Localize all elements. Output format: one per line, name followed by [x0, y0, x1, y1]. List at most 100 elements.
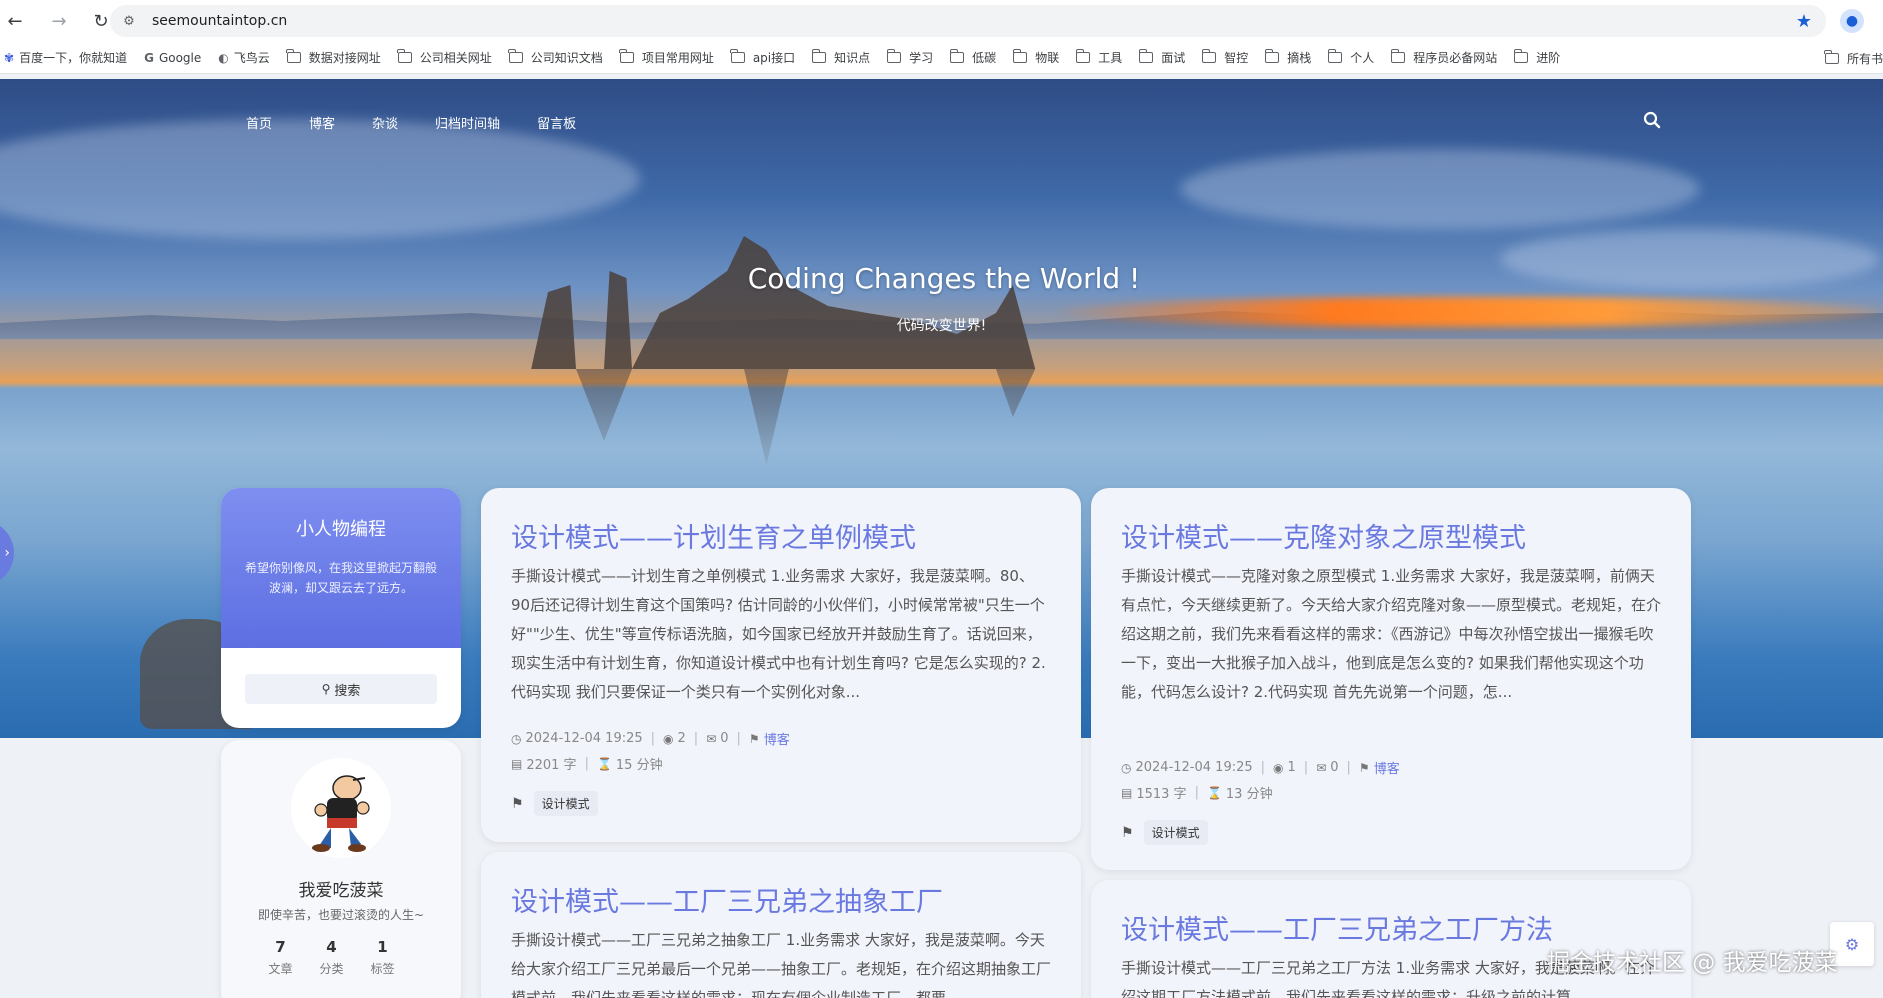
bookmark-label: 个人 [1350, 51, 1375, 65]
nav-archive[interactable]: 归档时间轴 [435, 113, 500, 132]
post-tags: ⚑ 设计模式 [511, 791, 598, 816]
bookmark-folder[interactable]: 项目常用网址 [619, 49, 714, 66]
bookmark-baidu[interactable]: ✾ 百度一下，你就知道 [4, 49, 127, 66]
comment-icon: ✉ [706, 731, 717, 746]
bookmark-label: 摘栈 [1287, 51, 1312, 65]
tag-chip[interactable]: 设计模式 [533, 791, 598, 816]
bookmark-folder[interactable]: 物联 [1012, 49, 1060, 66]
post-views: 1 [1287, 760, 1296, 775]
bookmark-label: 智控 [1224, 51, 1249, 65]
post-title[interactable]: 设计模式——工厂三兄弟之工厂方法 [1121, 908, 1553, 947]
browser-toolbar: ← → ↻ ⚙ seemountaintop.cn ★ ● [0, 0, 1883, 42]
baidu-icon: ✾ [4, 50, 15, 65]
bookmark-folder[interactable]: 学习 [886, 49, 933, 66]
hero-subtitle: 代码改变世界! [896, 318, 987, 334]
document-icon: ▤ [1121, 785, 1133, 800]
post-meta: ◷ 2024-12-04 19:25 | ◉ 1 | ✉ 0 | ⚑ 博客 [1121, 758, 1400, 777]
bookmark-folder[interactable]: 数据对接网址 [286, 49, 381, 66]
stat-label: 文章 [268, 962, 293, 976]
stat-articles[interactable]: 7 文章 [255, 938, 306, 977]
bookmark-folder[interactable]: 公司相关网址 [397, 49, 492, 66]
post-comments: 0 [1330, 760, 1339, 775]
hourglass-icon: ⌛ [1206, 785, 1222, 800]
tag-chip[interactable]: 设计模式 [1143, 820, 1208, 845]
clock-icon: ◷ [511, 731, 522, 746]
stat-label: 标签 [370, 962, 395, 976]
hourglass-icon: ⌛ [596, 756, 612, 771]
bookmark-label: 进阶 [1536, 51, 1561, 65]
bookmark-label: 百度一下，你就知道 [19, 51, 128, 65]
bookmark-folder[interactable]: 个人 [1327, 49, 1375, 66]
all-bookmarks[interactable]: 所有书 [1810, 42, 1883, 73]
bookmark-label: 面试 [1161, 51, 1186, 65]
cloud-shape [1180, 149, 1700, 229]
bookmark-folder[interactable]: 工具 [1075, 49, 1123, 66]
avatar[interactable] [291, 758, 391, 858]
post-words: 1513 字 [1136, 787, 1187, 802]
author-name: 我爱吃菠菜 [298, 881, 384, 901]
bookmark-icon: ⚑ [1358, 760, 1370, 775]
post-title[interactable]: 设计模式——计划生育之单例模式 [511, 516, 916, 555]
bookmark-folder[interactable]: 摘栈 [1264, 49, 1312, 66]
avatar-image [291, 758, 391, 858]
post-comments: 0 [720, 731, 729, 746]
gear-icon: ⚙ [1844, 934, 1860, 954]
sidebar-search-button[interactable]: ⚲ 搜索 [245, 674, 437, 704]
bookmark-feiniaoyun[interactable]: ◐ 飞鸟云 [218, 49, 270, 66]
folder-icon [1327, 49, 1343, 63]
post-tags: ⚑ 设计模式 [1121, 820, 1208, 845]
post-card: 设计模式——工厂三兄弟之工厂方法 手撕设计模式——工厂三兄弟之工厂方法 1.业务… [1091, 880, 1691, 998]
url-text[interactable]: seemountaintop.cn [152, 13, 287, 29]
all-bookmarks-label: 所有书 [1846, 51, 1883, 66]
post-meta: ◷ 2024-12-04 19:25 | ◉ 2 | ✉ 0 | ⚑ 博客 [511, 729, 790, 748]
nav-home[interactable]: 首页 [246, 113, 272, 132]
bookmark-star-icon[interactable]: ★ [1796, 11, 1812, 32]
post-excerpt: 手撕设计模式——克隆对象之原型模式 1.业务需求 大家好，我是菠菜啊，前俩天有点… [1121, 567, 1662, 701]
site-settings-icon[interactable]: ⚙ [118, 10, 140, 32]
bookmark-folder[interactable]: 程序员必备网站 [1390, 49, 1497, 66]
folder-icon [286, 49, 301, 63]
clock-icon: ◷ [1121, 760, 1132, 775]
bookmark-label: 物联 [1035, 51, 1060, 65]
bookmark-folder[interactable]: 面试 [1138, 49, 1186, 66]
post-meta-2: ▤ 2201 字 | ⌛ 15 分钟 [511, 756, 663, 773]
bookmark-label: 项目常用网址 [641, 51, 714, 65]
stat-categories[interactable]: 4 分类 [306, 938, 357, 977]
forward-arrow-icon[interactable]: → [44, 6, 74, 36]
hero-title: Coding Changes the World ! [747, 262, 1141, 295]
nav-guestbook[interactable]: 留言板 [537, 113, 576, 132]
folder-icon [1201, 49, 1217, 63]
bookmark-folder[interactable]: api接口 [730, 49, 796, 66]
post-card: 设计模式——克隆对象之原型模式 手撕设计模式——克隆对象之原型模式 1.业务需求… [1091, 488, 1691, 870]
bookmark-label: 知识点 [834, 51, 871, 65]
bookmark-google[interactable]: G Google [144, 51, 201, 65]
back-arrow-icon[interactable]: ← [0, 6, 30, 36]
stat-number: 4 [326, 938, 337, 956]
cloud-shape [0, 119, 640, 239]
post-category[interactable]: 博客 [1374, 758, 1400, 777]
post-meta-2: ▤ 1513 字 | ⌛ 13 分钟 [1121, 785, 1273, 802]
folder-icon [949, 49, 965, 63]
post-title[interactable]: 设计模式——克隆对象之原型模式 [1121, 516, 1526, 555]
nav-talk[interactable]: 杂谈 [372, 113, 398, 132]
folder-icon [508, 49, 523, 63]
bookmark-label: 低碳 [972, 51, 997, 65]
bookmark-label: 工具 [1098, 51, 1123, 65]
folder-icon [811, 49, 827, 63]
bookmark-folder[interactable]: 智控 [1201, 49, 1249, 66]
bookmark-folder[interactable]: 知识点 [811, 49, 871, 66]
post-title[interactable]: 设计模式——工厂三兄弟之抽象工厂 [511, 880, 943, 919]
bookmark-folder[interactable]: 公司知识文档 [508, 49, 603, 66]
search-icon[interactable] [1643, 111, 1661, 129]
stat-tags[interactable]: 1 标签 [357, 938, 408, 977]
profile-icon[interactable]: ● [1840, 9, 1864, 33]
folder-icon [619, 49, 634, 63]
post-category[interactable]: 博客 [764, 729, 790, 748]
post-date: 2024-12-04 19:25 [1135, 760, 1253, 775]
bookmark-folder[interactable]: 低碳 [949, 49, 997, 66]
bookmark-folder[interactable]: 进阶 [1513, 49, 1561, 66]
nav-blog[interactable]: 博客 [309, 113, 335, 132]
post-words: 2201 字 [526, 758, 577, 773]
address-bar[interactable]: ⚙ seemountaintop.cn ★ [110, 5, 1826, 37]
bookmark-label: api接口 [752, 51, 796, 65]
